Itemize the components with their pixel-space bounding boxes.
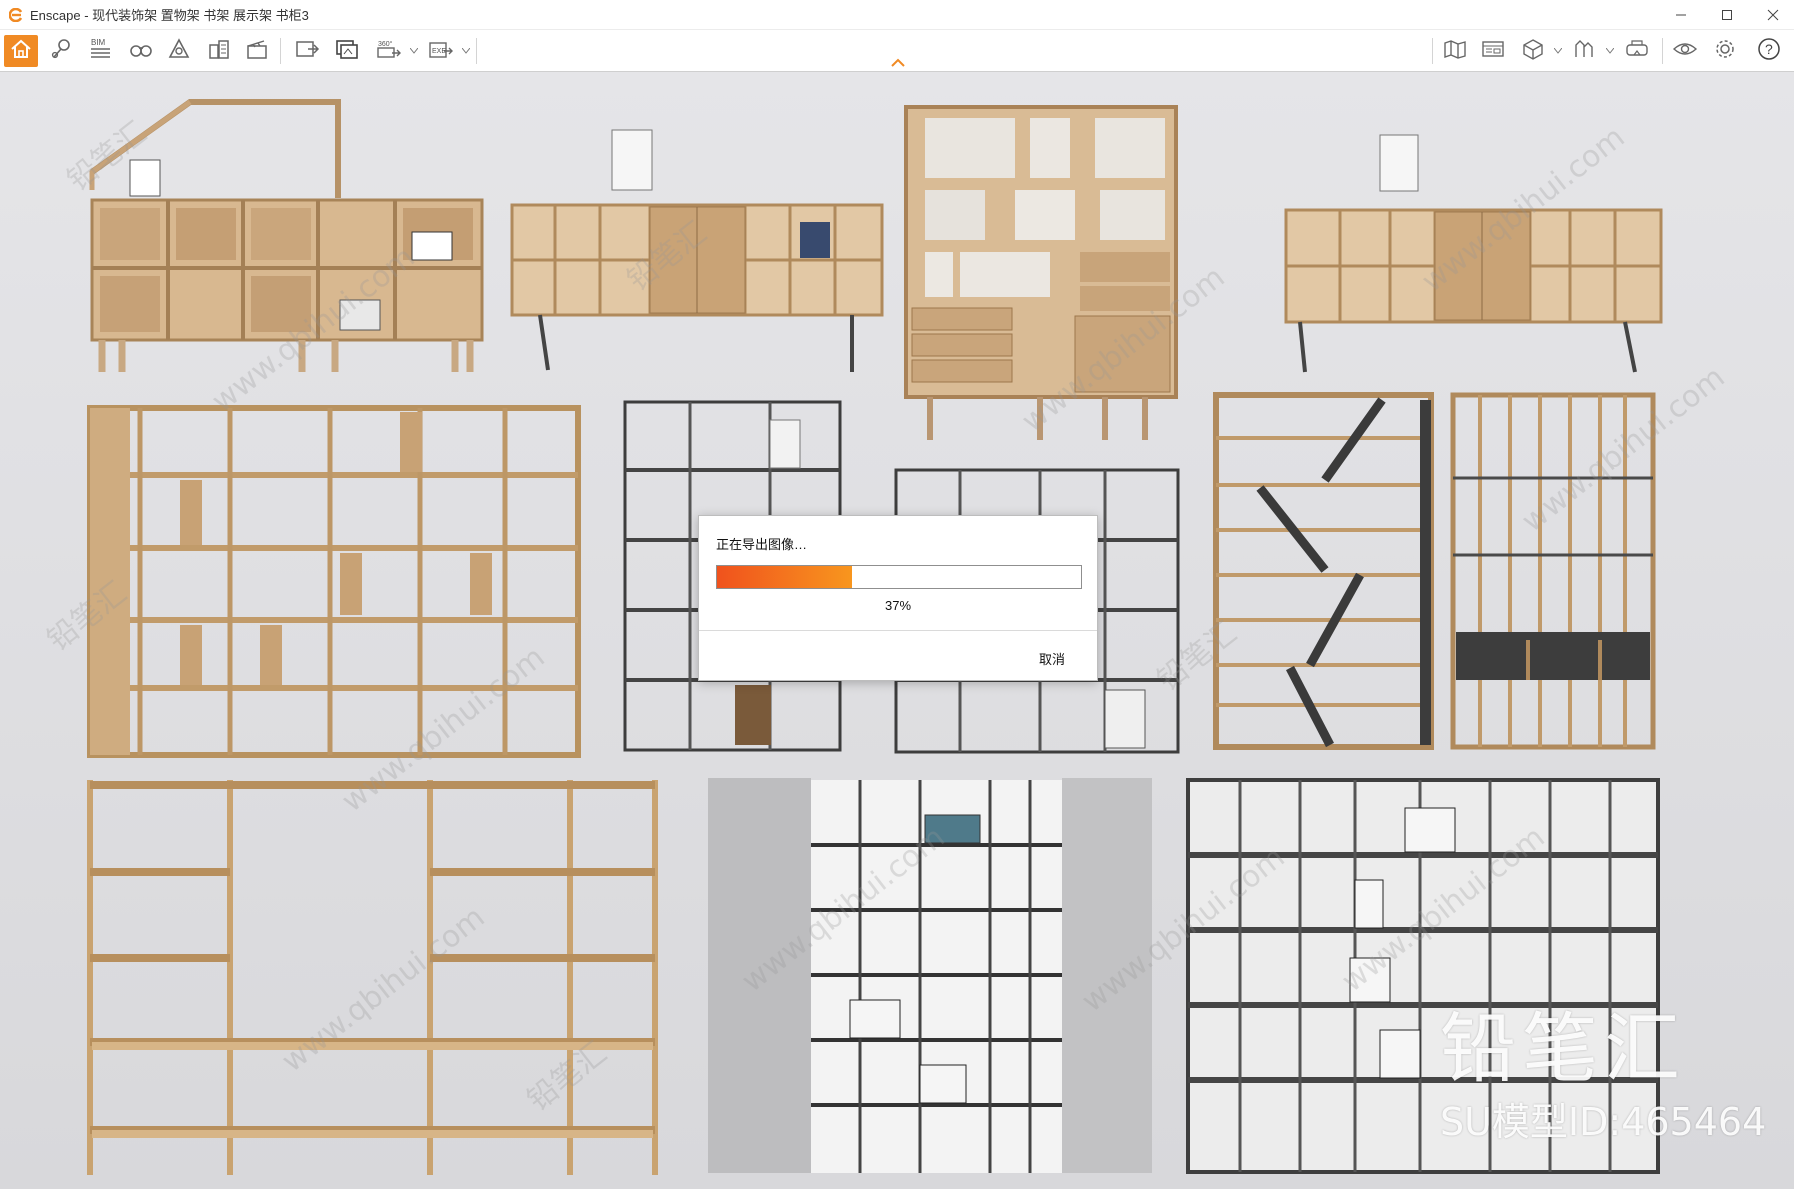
export-progress-dialog: 正在导出图像… 37% 取消 <box>698 515 1098 681</box>
screenshot-button[interactable] <box>290 35 324 67</box>
settings-button[interactable] <box>1708 35 1742 67</box>
home-icon <box>8 37 34 66</box>
web-standalone-button[interactable] <box>1476 35 1510 67</box>
material-dropdown[interactable] <box>1606 44 1614 58</box>
bim-label: BIM <box>91 38 106 47</box>
video-editor-icon <box>244 37 270 66</box>
asset-library-icon <box>166 37 192 66</box>
home-button[interactable] <box>4 35 38 67</box>
material-editor-icon <box>1572 37 1598 66</box>
map-icon <box>1442 37 1468 66</box>
toolbar-separator <box>1432 38 1433 64</box>
brand-watermark: 铅笔汇 <box>1440 1004 1686 1093</box>
progress-percent: 37% <box>884 598 912 613</box>
buildings-icon <box>206 37 232 66</box>
views-button[interactable] <box>124 35 158 67</box>
web-standalone-icon <box>1480 37 1506 66</box>
large-wood-grid-shelf <box>87 405 581 758</box>
panorama-button[interactable]: 360° <box>372 35 406 67</box>
bim-list-icon: BIM <box>88 37 114 66</box>
model-id-label: SU模型ID:465464 <box>1440 1100 1767 1144</box>
visual-settings-icon <box>1672 37 1698 66</box>
maximize-button[interactable] <box>1704 0 1750 30</box>
video-editor-button[interactable] <box>240 35 274 67</box>
vr-button[interactable] <box>1620 35 1654 67</box>
title-bar: Enscape - 现代装饰架 置物架 书架 展示架 书柜3 <box>0 0 1794 30</box>
dialog-title: 正在导出图像… <box>716 537 808 552</box>
help-icon: ? <box>1756 37 1782 66</box>
enscape-logo-icon <box>8 7 24 23</box>
enscape-window: Enscape - 现代装饰架 置物架 书架 展示架 书柜3 BIM 360° … <box>0 0 1794 1189</box>
minimize-button[interactable] <box>1658 0 1704 30</box>
screenshot-icon <box>294 37 320 66</box>
wall-shelf-with-cabinet <box>510 129 884 372</box>
gear-icon <box>1712 37 1738 66</box>
toolbar-separator <box>280 38 281 64</box>
narrow-frame-shelf <box>1450 392 1656 750</box>
white-panel-shelf <box>708 778 1152 1173</box>
batch-render-icon <box>334 37 360 66</box>
tall-wood-frame-shelf <box>87 780 658 1175</box>
svg-text:?: ? <box>1765 41 1773 57</box>
location-pin-icon <box>48 37 74 66</box>
exe-export-icon: EXE <box>428 37 454 66</box>
panorama-icon: 360° <box>376 37 402 66</box>
batch-render-button[interactable] <box>330 35 364 67</box>
panorama-dropdown[interactable] <box>410 44 418 58</box>
exe-export-dropdown[interactable] <box>462 44 470 58</box>
dialog-divider <box>699 630 1097 631</box>
visual-settings-button[interactable] <box>1668 35 1702 67</box>
toolbar-separator <box>476 38 477 64</box>
close-button[interactable] <box>1750 0 1794 30</box>
export-progress-bar <box>716 565 1082 589</box>
house-bookshelf <box>89 99 484 372</box>
asset-library-button[interactable] <box>162 35 196 67</box>
window-title: Enscape - 现代装饰架 置物架 书架 展示架 书柜3 <box>30 8 309 23</box>
tall-shelf-with-drawers <box>904 105 1178 440</box>
panorama-label: 360° <box>378 40 393 48</box>
cube-button[interactable] <box>1516 35 1550 67</box>
cube-icon <box>1520 37 1546 66</box>
bim-button[interactable]: BIM <box>84 35 118 67</box>
exe-export-button[interactable]: EXE <box>424 35 458 67</box>
cancel-button[interactable]: 取消 <box>1039 649 1065 668</box>
buildings-button[interactable] <box>202 35 236 67</box>
material-editor-button[interactable] <box>1568 35 1602 67</box>
map-button[interactable] <box>1438 35 1472 67</box>
collapse-toolbar-button[interactable] <box>888 56 908 68</box>
binoculars-icon <box>128 37 154 66</box>
diagonal-shelf <box>1213 392 1434 750</box>
vr-headset-icon <box>1624 37 1650 66</box>
location-button[interactable] <box>44 35 78 67</box>
chevron-up-icon <box>888 56 908 73</box>
cube-dropdown[interactable] <box>1554 44 1562 58</box>
help-button[interactable]: ? <box>1752 35 1786 67</box>
progress-fill <box>717 566 852 588</box>
wall-shelf-with-cabinet-2 <box>1284 134 1663 373</box>
toolbar-separator <box>1662 38 1663 64</box>
